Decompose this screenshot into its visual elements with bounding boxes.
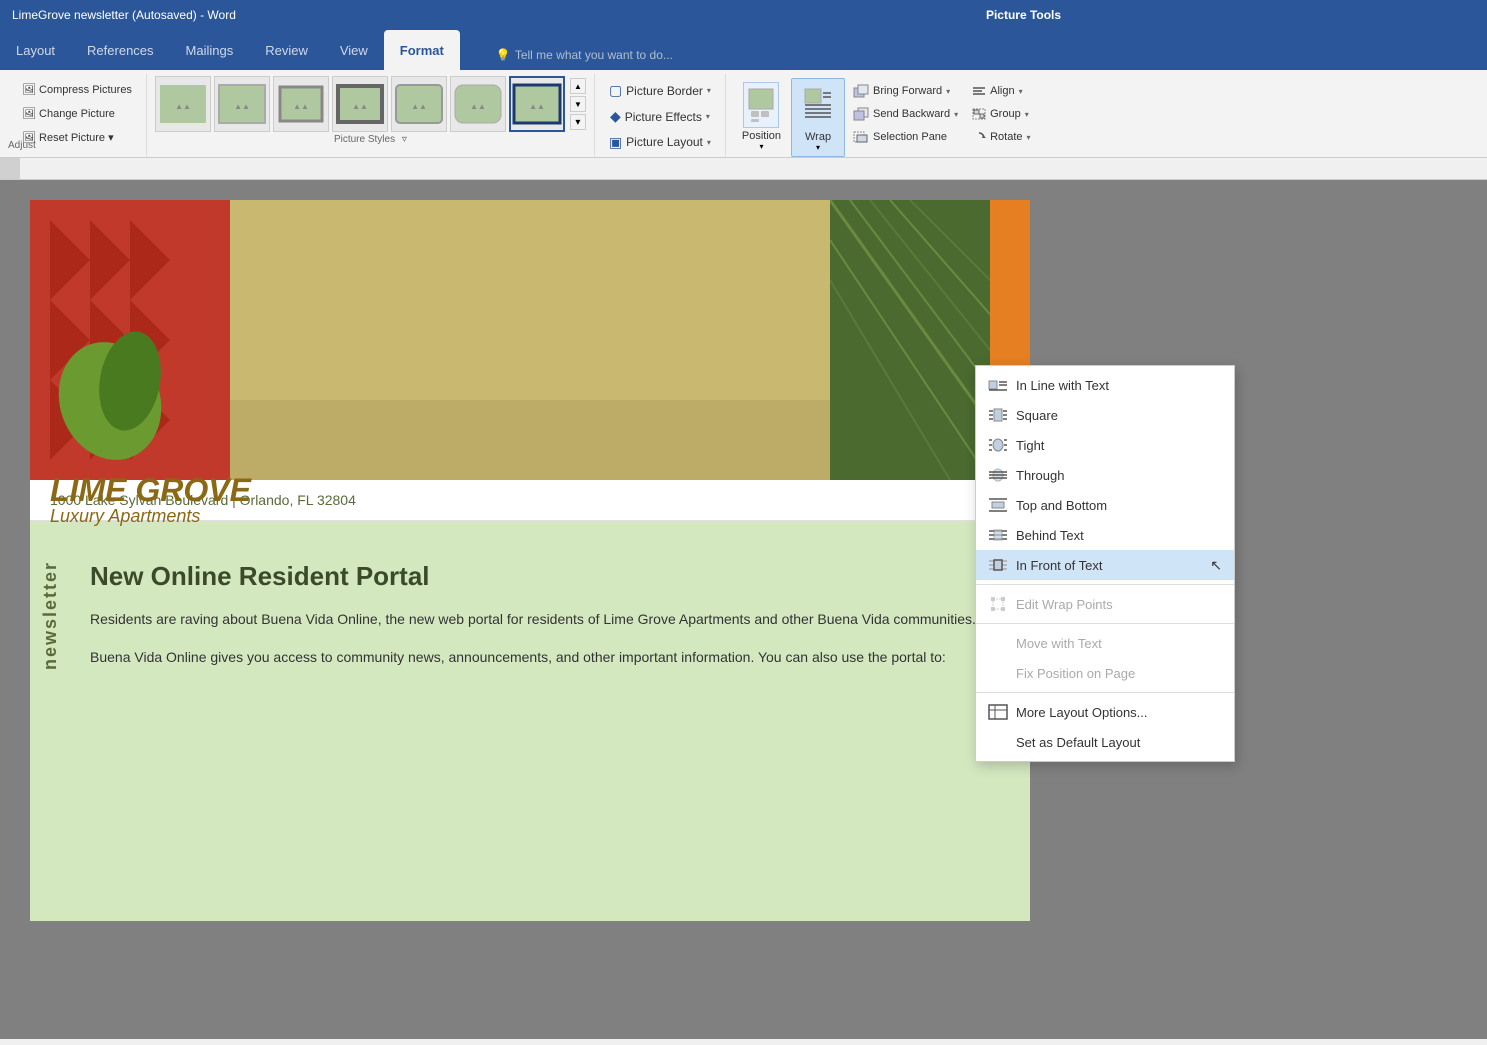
- wrap-move-with-item: Move with Text: [976, 628, 1234, 658]
- app-title: LimeGrove newsletter (Autosaved) - Word: [12, 8, 236, 22]
- align-icon: [972, 85, 986, 97]
- position-btn[interactable]: Position ▾: [734, 78, 789, 155]
- picture-effects-btn[interactable]: ◆ Picture Effects ▾: [604, 106, 716, 128]
- pic-style-6[interactable]: ▲▲: [450, 76, 506, 132]
- wrap-square-icon: [988, 406, 1008, 424]
- logo-text-1: LIME GROVE: [50, 474, 251, 506]
- lime-grove-logo: [50, 321, 210, 471]
- group-label-styles: Picture Styles ▿: [155, 134, 586, 145]
- wrap-edit-points-item: Edit Wrap Points: [976, 589, 1234, 619]
- scroll-down-arrow[interactable]: ▼: [570, 96, 586, 112]
- tab-format[interactable]: Format: [384, 30, 460, 70]
- svg-text:▲▲: ▲▲: [470, 102, 486, 111]
- rotate-btn[interactable]: Rotate ▾: [966, 126, 1036, 148]
- selection-pane-icon: [853, 130, 869, 144]
- logo-text-2: Luxury Apartments: [50, 506, 251, 527]
- tab-review[interactable]: Review: [249, 30, 324, 70]
- wrap-fix-position-item: Fix Position on Page: [976, 658, 1234, 688]
- selection-pane-btn[interactable]: Selection Pane: [847, 126, 964, 148]
- svg-text:▲▲: ▲▲: [411, 102, 427, 111]
- tab-mailings[interactable]: Mailings: [170, 30, 250, 70]
- pic-style-2[interactable]: ▲▲: [214, 76, 270, 132]
- ribbon-search[interactable]: Tell me what you want to do...: [515, 48, 673, 62]
- compress-pictures-btn[interactable]: 🖼 Compress Pictures: [16, 78, 138, 100]
- group-icon: [972, 108, 986, 120]
- picture-border-icon: ▢: [609, 82, 622, 99]
- wrap-top-bottom-item[interactable]: Top and Bottom: [976, 490, 1234, 520]
- wrap-set-default-item[interactable]: Set as Default Layout: [976, 727, 1234, 757]
- picture-border-btn[interactable]: ▢ Picture Border ▾: [603, 80, 717, 102]
- svg-text:▲▲: ▲▲: [234, 102, 250, 111]
- wrap-more-layout-item[interactable]: More Layout Options...: [976, 697, 1234, 727]
- wrap-through-item[interactable]: Through: [976, 460, 1234, 490]
- position-label: Position: [742, 130, 781, 142]
- wrap-behind-item[interactable]: Behind Text: [976, 520, 1234, 550]
- scroll-up-arrow[interactable]: ▲: [570, 78, 586, 94]
- wrap-inline-icon: [988, 376, 1008, 394]
- change-picture-btn[interactable]: 🖼 Change Picture: [16, 102, 138, 124]
- wrap-square-item[interactable]: Square: [976, 400, 1234, 430]
- wrap-inline-item[interactable]: In Line with Text: [976, 370, 1234, 400]
- wrap-edit-points-icon: [988, 595, 1008, 613]
- wrap-text-btn[interactable]: Wrap ▾: [791, 78, 845, 157]
- wrap-more-layout-icon: [988, 703, 1008, 721]
- search-icon: 💡: [496, 48, 511, 62]
- send-backward-icon: [853, 107, 869, 121]
- picture-tools-label: Picture Tools: [986, 8, 1061, 22]
- wrap-behind-icon: [988, 526, 1008, 544]
- wrap-in-front-icon: [988, 556, 1008, 574]
- pic-style-5[interactable]: ▲▲: [391, 76, 447, 132]
- tab-view[interactable]: View: [324, 30, 384, 70]
- bring-forward-btn[interactable]: Bring Forward ▾: [847, 80, 964, 102]
- wrap-through-icon: [988, 466, 1008, 484]
- article-body-1: Residents are raving about Buena Vida On…: [90, 608, 990, 632]
- picture-effects-icon: ◆: [610, 108, 621, 125]
- pic-style-7[interactable]: ▲▲: [509, 76, 565, 132]
- wrap-text-dropdown: In Line with Text Square: [975, 365, 1235, 762]
- pic-style-4[interactable]: ▲▲: [332, 76, 388, 132]
- wrap-top-bottom-icon: [988, 496, 1008, 514]
- wrap-tight-icon: [988, 436, 1008, 454]
- article-body-2: Buena Vida Online gives you access to co…: [90, 646, 990, 670]
- wrap-text-label: Wrap: [805, 131, 831, 143]
- send-backward-btn[interactable]: Send Backward ▾: [847, 103, 964, 125]
- align-btn[interactable]: Align ▾: [966, 80, 1036, 102]
- scroll-expand-arrow[interactable]: ▾: [570, 114, 586, 130]
- article-title: New Online Resident Portal: [90, 561, 990, 592]
- picture-layout-btn[interactable]: ▣ Picture Layout ▾: [603, 131, 717, 153]
- pic-style-3[interactable]: ▲▲: [273, 76, 329, 132]
- rotate-icon: [972, 131, 986, 143]
- group-btn[interactable]: Group ▾: [966, 103, 1036, 125]
- group-label-adjust: Adjust: [8, 140, 36, 151]
- picture-layout-icon: ▣: [609, 134, 622, 151]
- svg-text:▲▲: ▲▲: [293, 102, 309, 111]
- svg-text:▲▲: ▲▲: [175, 102, 191, 111]
- tab-references[interactable]: References: [71, 30, 169, 70]
- tab-layout[interactable]: Layout: [0, 30, 71, 70]
- bring-forward-icon: [853, 84, 869, 98]
- newsletter-vertical-label: newsletter: [40, 561, 61, 670]
- pic-style-1[interactable]: ▲▲: [155, 76, 211, 132]
- wrap-tight-item[interactable]: Tight: [976, 430, 1234, 460]
- wrap-in-front-item[interactable]: In Front of Text ↖: [976, 550, 1234, 580]
- svg-text:▲▲: ▲▲: [352, 102, 368, 111]
- svg-text:▲▲: ▲▲: [529, 102, 545, 111]
